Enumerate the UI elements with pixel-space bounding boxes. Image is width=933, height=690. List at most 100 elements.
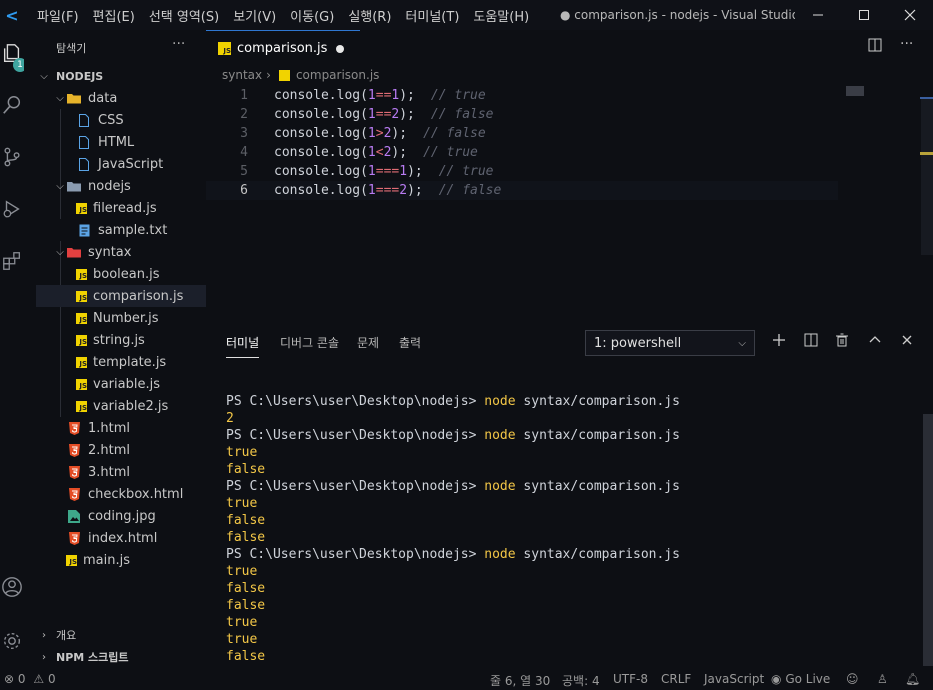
explorer-button[interactable]: 1 xyxy=(0,36,27,72)
file-css[interactable]: CSS xyxy=(24,109,206,131)
file-string-js[interactable]: JS string.js xyxy=(24,329,206,351)
minimap[interactable] xyxy=(846,86,864,96)
terminal-output-line: false xyxy=(226,530,266,545)
folder-data[interactable]: ⌵ data xyxy=(24,87,206,109)
file-1-html[interactable]: 1.html xyxy=(24,417,206,439)
code-token: 2 xyxy=(383,126,392,141)
terminal-select[interactable]: 1: powershell ⌵ xyxy=(585,330,755,356)
breadcrumb-file[interactable]: comparison.js xyxy=(296,68,379,82)
kill-terminal-button[interactable] xyxy=(833,332,851,351)
html-file-icon xyxy=(66,464,82,480)
breadcrumb: syntax › comparison.js xyxy=(222,68,379,82)
close-window-button[interactable] xyxy=(887,0,933,30)
terminal-command: node xyxy=(484,394,516,409)
code-line[interactable]: 1 console.log(1 == 1);// true xyxy=(206,86,838,105)
folder-syntax[interactable]: ⌵ syntax xyxy=(24,241,206,263)
accounts-button[interactable] xyxy=(0,570,24,604)
minimize-button-2[interactable] xyxy=(795,0,841,30)
maximize-button-2[interactable] xyxy=(841,0,887,30)
file-variable2-js[interactable]: JS variable2.js xyxy=(24,395,206,417)
chevron-down-icon: ⌵ xyxy=(738,337,746,349)
code-line[interactable]: 2 console.log(1 == 2);// false xyxy=(206,105,838,124)
extensions-button[interactable] xyxy=(0,244,24,278)
code-token: > xyxy=(375,126,384,141)
menu-view[interactable]: 보기(V) xyxy=(226,6,283,25)
file-index-html[interactable]: index.html xyxy=(24,527,206,549)
file-3-html[interactable]: 3.html xyxy=(24,461,206,483)
file-template-js[interactable]: JS template.js xyxy=(24,351,206,373)
code-line[interactable]: 6 console.log(1 === 2); // false xyxy=(206,181,838,200)
encoding[interactable]: UTF-8 xyxy=(613,672,648,686)
editor-more-icon[interactable]: ··· xyxy=(900,36,913,52)
settings-button[interactable] xyxy=(0,624,24,658)
indentation[interactable]: 공백: 4 xyxy=(562,672,600,689)
code-token: == xyxy=(375,107,392,122)
tab-output[interactable]: 출력 xyxy=(399,334,421,351)
code-line[interactable]: 4 console.log(1 <2); // true xyxy=(206,143,838,162)
file-checkbox-html[interactable]: checkbox.html xyxy=(24,483,206,505)
file-comparison-js[interactable]: JS comparison.js xyxy=(36,285,206,307)
cursor-position[interactable]: 줄 6, 열 30 xyxy=(490,672,550,689)
split-editor-icon[interactable] xyxy=(868,38,882,56)
tab-terminal[interactable]: 터미널 xyxy=(226,334,260,358)
tab-problems[interactable]: 문제 xyxy=(357,334,379,351)
file-variable-js[interactable]: JS variable.js xyxy=(24,373,206,395)
menu-run[interactable]: 실행(R) xyxy=(341,6,398,25)
js-file-icon: JS xyxy=(76,268,87,280)
source-control-button[interactable] xyxy=(0,140,24,174)
file-number-js[interactable]: JS Number.js xyxy=(24,307,206,329)
menu-file[interactable]: 파일(F) xyxy=(30,6,86,25)
folder-open-icon xyxy=(66,244,82,260)
split-terminal-button[interactable] xyxy=(802,332,820,351)
bell-icon[interactable]: 🔔︎ xyxy=(905,672,920,686)
file-sample-txt[interactable]: sample.txt xyxy=(24,219,206,241)
root-folder-label: NODEJS xyxy=(56,69,104,83)
tab-comparison-js[interactable]: JS comparison.js xyxy=(206,30,360,66)
terminal-output-line: false xyxy=(226,462,266,477)
new-terminal-button[interactable] xyxy=(770,332,788,351)
menu-go[interactable]: 이동(G) xyxy=(283,6,341,25)
menu-selection[interactable]: 선택 영역(S) xyxy=(142,6,226,25)
breadcrumb-folder[interactable]: syntax xyxy=(222,68,262,82)
file-2-html[interactable]: 2.html xyxy=(24,439,206,461)
code-token: console.log( xyxy=(274,126,368,141)
language-mode[interactable]: JavaScript xyxy=(704,672,764,686)
file-fileread-js[interactable]: JS fileread.js xyxy=(24,197,206,219)
tab-debug-console[interactable]: 디버그 콘솔 xyxy=(280,334,339,351)
code-line[interactable]: 5 console.log(1 === 1);// true xyxy=(206,162,838,181)
warning-icon: ⚠ xyxy=(33,672,45,686)
folder-nodejs[interactable]: ⌵ nodejs xyxy=(24,175,206,197)
menu-help[interactable]: 도움말(H) xyxy=(466,6,536,25)
file-html[interactable]: HTML xyxy=(24,131,206,153)
root-folder-nodejs[interactable]: ⌵ NODEJS xyxy=(24,65,206,87)
end-of-line[interactable]: CRLF xyxy=(661,672,691,686)
more-actions-icon[interactable]: ··· xyxy=(172,36,185,52)
maximize-panel-button[interactable] xyxy=(866,332,884,351)
unsaved-dot-icon[interactable] xyxy=(336,44,345,53)
file-javascript[interactable]: JavaScript xyxy=(24,153,206,175)
code-comment: // true xyxy=(423,145,478,160)
terminal-command: node xyxy=(484,547,516,562)
code-line[interactable]: 3 console.log(1 >2); // false xyxy=(206,124,838,143)
file-boolean-js[interactable]: JS boolean.js xyxy=(24,263,206,285)
run-debug-button[interactable] xyxy=(0,192,24,226)
problems-indicator[interactable]: ⊗ 0 ⚠ 0 xyxy=(4,672,56,686)
outline-section[interactable]: › 개요 xyxy=(24,624,206,646)
file-main-js[interactable]: JS main.js xyxy=(24,549,206,571)
tree-item-label: data xyxy=(88,90,118,106)
search-button[interactable] xyxy=(0,88,24,122)
tab-label: comparison.js xyxy=(237,41,328,56)
feedback-icon[interactable]: ☺ xyxy=(846,672,859,686)
file-coding-jpg[interactable]: coding.jpg xyxy=(24,505,206,527)
code-token: 1 xyxy=(367,183,376,198)
js-file-icon: JS xyxy=(76,378,87,390)
minimize-icon xyxy=(813,14,823,16)
go-live-button[interactable]: ◉ Go Live xyxy=(771,672,830,686)
terminal-scrollbar[interactable] xyxy=(923,414,933,666)
editor-scrollbar[interactable] xyxy=(921,99,933,255)
menu-edit[interactable]: 편집(E) xyxy=(86,6,142,25)
npm-scripts-section[interactable]: › NPM 스크립트 xyxy=(24,646,206,668)
account-status-icon[interactable]: ♙ xyxy=(877,672,888,686)
menu-terminal[interactable]: 터미널(T) xyxy=(398,6,466,25)
close-panel-button[interactable] xyxy=(898,332,916,351)
